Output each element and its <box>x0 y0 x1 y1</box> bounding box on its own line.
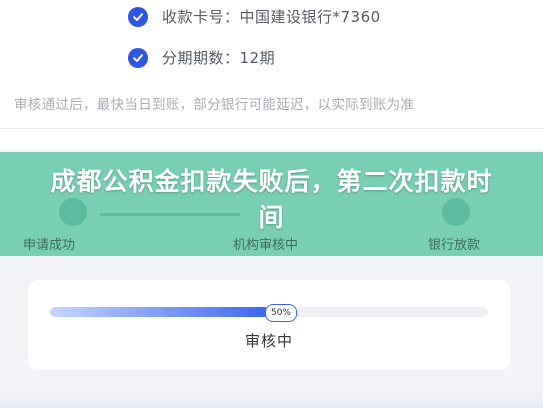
progress-status: 审核中 <box>244 332 293 350</box>
installments-text: 分期期数：12期 <box>162 49 276 67</box>
step-label-disbursed: 银行放款 <box>428 238 481 253</box>
footer-area <box>0 385 543 408</box>
installments-row: 分期期数：12期 <box>128 47 275 68</box>
progress-fill <box>50 307 269 317</box>
check-circle-icon <box>128 47 148 68</box>
step-label-applied: 申请成功 <box>23 238 76 253</box>
progress-card: 50% 审核中 <box>28 280 510 370</box>
arrival-notice: 审核通过后，最快当日到账，部分银行可能延迟，以实际到账为准 <box>14 97 415 113</box>
card-number-row: 收款卡号：中国建设银行*7360 <box>128 6 381 27</box>
divider <box>0 128 543 129</box>
progress-badge: 50% <box>265 304 297 322</box>
progress-bar: 50% <box>50 304 488 322</box>
loan-details-card: 收款卡号：中国建设银行*7360 分期期数：12期 审核通过后，最快当日到账，部… <box>0 0 543 150</box>
card-number-text: 收款卡号：中国建设银行*7360 <box>162 8 381 26</box>
check-circle-icon <box>128 6 148 27</box>
step-label-reviewing: 机构审核中 <box>233 238 299 253</box>
banner-title: 成都公积金扣款失败后，第二次扣款时间 <box>50 167 493 232</box>
